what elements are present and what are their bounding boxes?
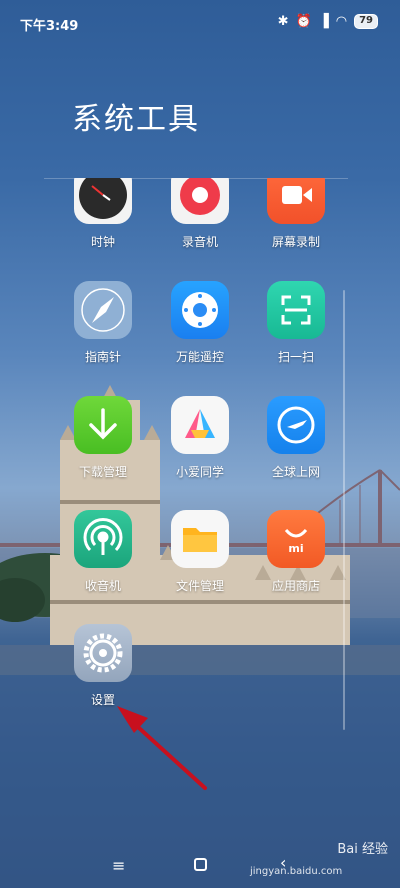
watermark-brand: Bai 经验 — [337, 842, 388, 857]
home-icon[interactable] — [194, 858, 207, 871]
watermark-url: jingyan.baidu.com — [250, 866, 343, 877]
menu-icon[interactable]: ≡ — [112, 856, 125, 875]
annotation-arrow — [117, 706, 207, 790]
watermark: Bai 经验 — [337, 838, 388, 857]
